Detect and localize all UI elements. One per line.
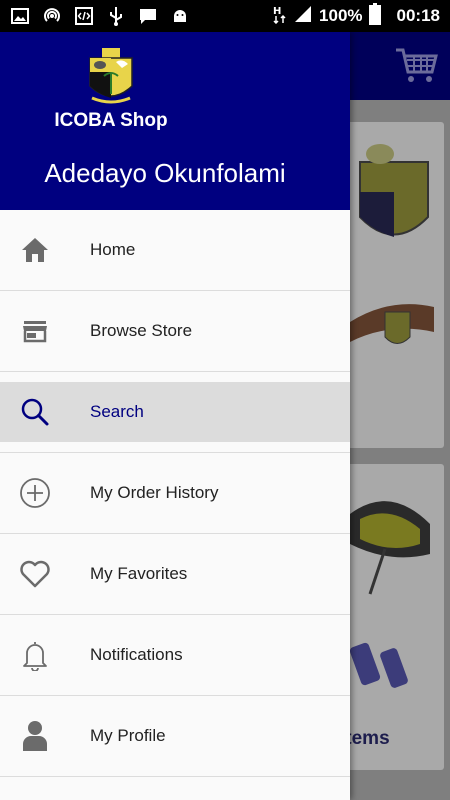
add-circle-icon: [18, 476, 52, 510]
signal-icon: [293, 5, 313, 28]
menu-item-label: Search: [90, 402, 144, 421]
menu-item-home[interactable]: Home: [0, 210, 350, 291]
search-icon: [18, 395, 52, 429]
home-icon: [18, 233, 52, 267]
person-icon: [18, 719, 52, 753]
menu-item-label: My Order History: [90, 483, 219, 502]
cart-icon[interactable]: [394, 46, 438, 86]
menu-item-notifications[interactable]: Notifications: [0, 615, 350, 696]
battery-icon: [368, 2, 381, 30]
svg-text:H: H: [273, 6, 281, 17]
system-status: H 100% 00:18: [273, 2, 440, 30]
heart-icon: [18, 557, 52, 591]
hotspot-notification-icon: [42, 7, 62, 25]
code-notification-icon: [74, 7, 94, 25]
menu-item-search[interactable]: Search: [0, 372, 350, 453]
drawer-menu: Home Browse Store Search My Order Histor…: [0, 210, 350, 777]
bell-icon: [18, 638, 52, 672]
menu-item-order-history[interactable]: My Order History: [0, 453, 350, 534]
usb-notification-icon: [106, 7, 126, 26]
notification-icons: [10, 7, 190, 26]
drawer-header: ICOBA Shop Adedayo Okunfolami: [0, 32, 350, 210]
store-icon: [18, 314, 52, 348]
data-transfer-icon: H: [273, 4, 287, 29]
shop-name: ICOBA Shop: [54, 110, 168, 131]
menu-item-profile[interactable]: My Profile: [0, 696, 350, 777]
menu-item-label: Browse Store: [90, 321, 193, 340]
menu-item-favorites[interactable]: My Favorites: [0, 534, 350, 615]
android-notification-icon: [170, 7, 190, 25]
navigation-drawer: ICOBA Shop Adedayo Okunfolami Home Brows…: [0, 32, 350, 800]
menu-item-label: Home: [90, 240, 136, 259]
image-notification-icon: [10, 7, 30, 25]
menu-item-label: My Favorites: [90, 564, 188, 583]
user-name: Adedayo Okunfolami: [44, 158, 286, 188]
school-crest-logo: [86, 48, 136, 108]
status-bar: H 100% 00:18: [0, 0, 450, 32]
menu-item-label: Notifications: [90, 645, 183, 664]
message-notification-icon: [138, 7, 158, 25]
clock: 00:18: [396, 6, 440, 25]
battery-percent: 100%: [319, 6, 363, 25]
menu-item-browse-store[interactable]: Browse Store: [0, 291, 350, 372]
menu-item-label: My Profile: [90, 726, 166, 745]
